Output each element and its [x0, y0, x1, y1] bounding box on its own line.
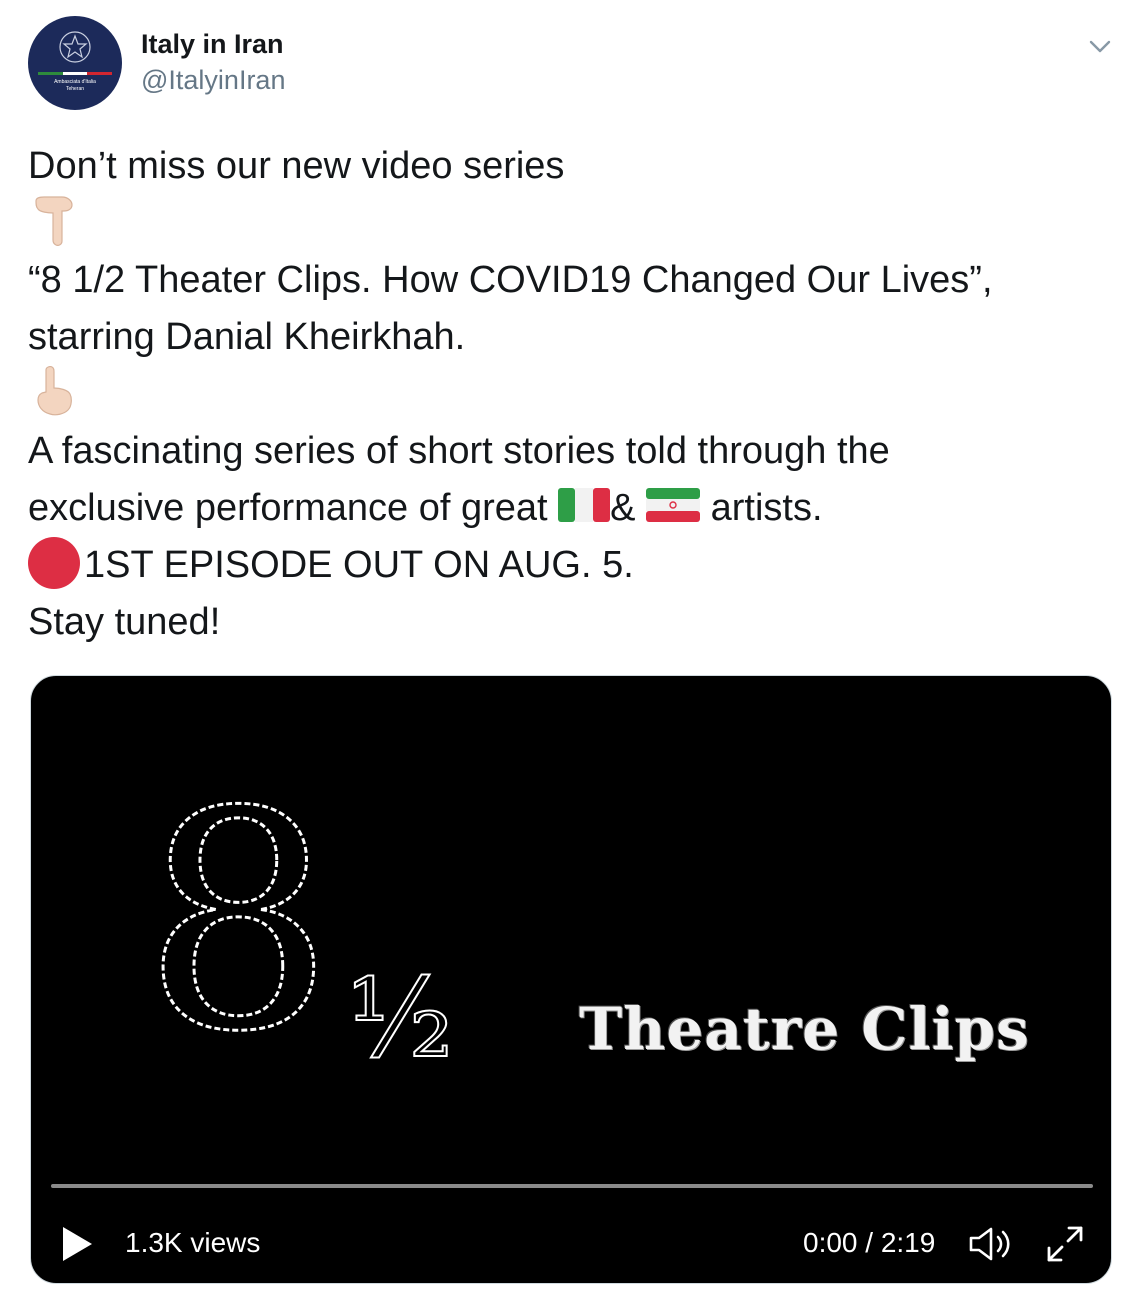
- chevron-down-icon[interactable]: [1086, 32, 1114, 60]
- logo-numeral: 8: [143, 748, 334, 1097]
- tweet-line: “8 1/2 Theater Clips. How COVID19 Change…: [28, 259, 993, 301]
- author-handle[interactable]: @ItalyinIran: [141, 64, 285, 96]
- point-up-icon: [37, 366, 72, 416]
- italy-flag-icon: [558, 488, 611, 522]
- avatar-caption: Ambasciata d'Italia Teheran: [54, 79, 96, 92]
- play-icon[interactable]: [59, 1224, 95, 1264]
- tweet-text-segment: &: [610, 487, 647, 529]
- red-circle-icon: [28, 537, 80, 589]
- tweet-text-segment: exclusive performance of great: [28, 487, 559, 529]
- tweet-text-segment: artists.: [700, 487, 823, 529]
- tweet-line: 1ST EPISODE OUT ON AUG. 5.: [28, 537, 1118, 594]
- video-logo: 8 ½: [142, 747, 455, 1099]
- tweet-line: Don’t miss our new video series: [28, 145, 565, 187]
- tweet-line: Stay tuned!: [28, 601, 221, 643]
- tweet-line: exclusive performance of great & artists…: [28, 480, 1118, 537]
- point-up-emoji: [28, 366, 1118, 423]
- iran-flag-icon: [646, 488, 701, 522]
- tweet-line: starring Danial Kheirkhah.: [28, 316, 466, 358]
- view-count: 1.3K views: [125, 1227, 261, 1258]
- point-down-emoji: [28, 195, 1118, 252]
- fullscreen-icon[interactable]: [1043, 1222, 1087, 1266]
- tweet-text-segment: 1ST EPISODE OUT ON AUG. 5.: [84, 544, 634, 586]
- volume-icon[interactable]: [967, 1224, 1015, 1264]
- tweet-text: Don’t miss our new video series “8 1/2 T…: [28, 138, 1118, 651]
- video-title: Theatre Clips: [579, 995, 1030, 1063]
- tweet-header: Ambasciata d'Italia Teheran Italy in Ira…: [28, 16, 1118, 112]
- logo-fraction: ½: [347, 954, 454, 1082]
- time-readout: 0:00 / 2:19: [803, 1227, 936, 1258]
- point-down-icon: [35, 196, 73, 246]
- flag-stripe: [38, 72, 112, 75]
- video-player[interactable]: 8 ½ Theatre Clips 1.3K views 0:00 / 2:19: [30, 675, 1112, 1284]
- author-display-name[interactable]: Italy in Iran: [141, 28, 284, 60]
- emblem-icon: [59, 31, 91, 63]
- tweet-line: A fascinating series of short stories to…: [28, 430, 890, 472]
- progress-bar[interactable]: [51, 1184, 1093, 1188]
- avatar[interactable]: Ambasciata d'Italia Teheran: [28, 16, 122, 110]
